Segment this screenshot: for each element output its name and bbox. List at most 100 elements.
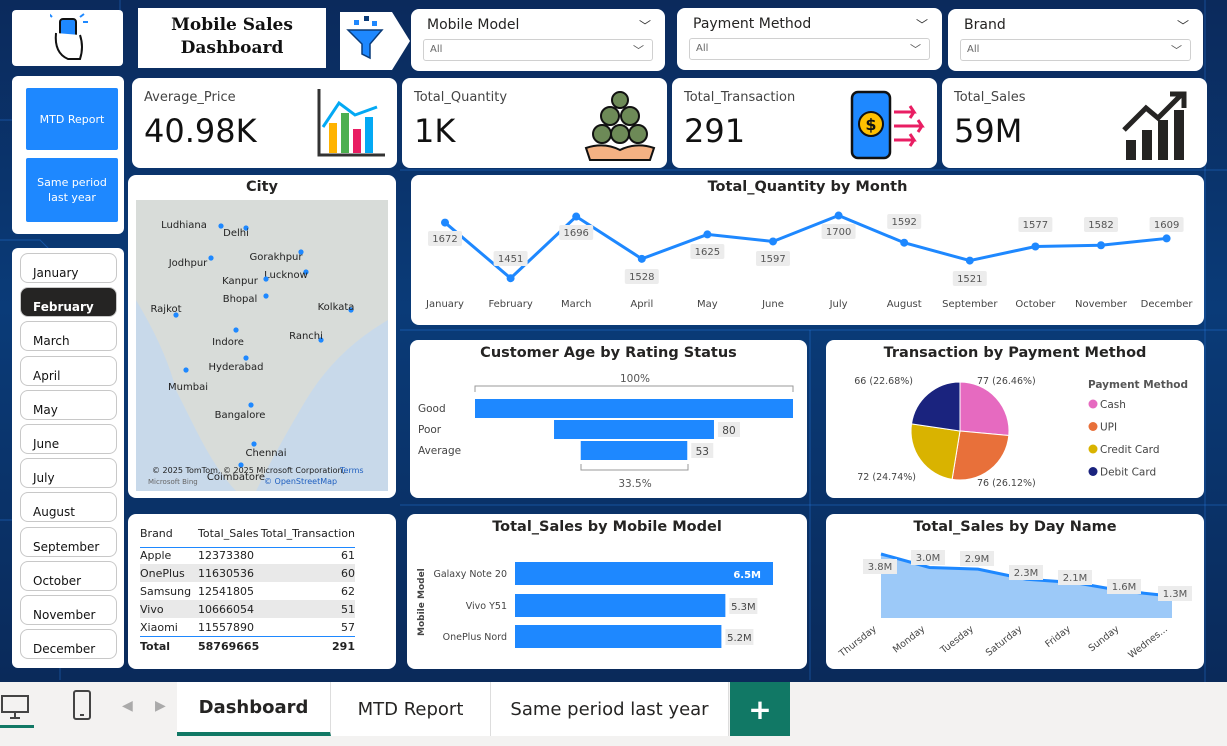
city-label: Kanpur (222, 276, 259, 287)
city-label: Bhopal (223, 294, 258, 305)
desktop-view-icon[interactable] (0, 690, 34, 728)
phone-hand-icon (50, 13, 88, 60)
chevron-left-icon[interactable]: ◀ (122, 698, 133, 714)
tab-same-period[interactable]: Same period last year (491, 682, 729, 736)
add-page-button[interactable]: + (730, 682, 790, 736)
data-label: 1696 (563, 228, 588, 239)
data-label: 2.9M (965, 554, 990, 565)
pie-slice (951, 430, 1010, 481)
month-item-june[interactable]: June (20, 424, 117, 454)
slicer-dropdown[interactable]: All ﹀ (423, 39, 653, 61)
data-label: 3.0M (916, 553, 941, 564)
city-marker (248, 402, 254, 408)
bracket (474, 385, 794, 392)
data-label: 1.6M (1112, 582, 1137, 593)
data-label: 1.3M (1163, 589, 1188, 600)
kpi-total-sales: Total_Sales 59M (942, 78, 1207, 168)
tab-dashboard[interactable]: Dashboard (177, 682, 331, 736)
category-label: OnePlus Nord (443, 632, 507, 643)
funnel-top-label: 100% (620, 373, 650, 385)
x-tick-label: Friday (1043, 623, 1073, 650)
osm-link: © OpenStreetMap (264, 477, 337, 486)
legend-label: Cash (1100, 399, 1126, 411)
dashboard-title: Mobile Sales Dashboard (171, 15, 293, 58)
slicer-mobile-model[interactable]: Mobile Model ﹀ All ﹀ (411, 9, 665, 71)
month-item-september[interactable]: September (20, 526, 117, 557)
india-map[interactable]: Ludhiana Delhi Jodhpur Gorakhpur Lucknow Kanp… (136, 200, 388, 491)
x-tick-label: December (1141, 299, 1194, 310)
month-item-august[interactable]: August (20, 492, 117, 523)
mtd-report-button[interactable]: MTD Report (26, 88, 118, 150)
data-label: 72 (24.74%) (857, 472, 916, 483)
tab-mtd-report[interactable]: MTD Report (331, 682, 491, 736)
growth-chart-icon (1122, 91, 1187, 160)
month-item-may[interactable]: May (20, 389, 117, 420)
kpi-label: Total_Transaction (684, 90, 796, 105)
kpi-average-price: Average_Price 40.98K (132, 78, 397, 168)
city-label: Ludhiana (161, 220, 207, 231)
slicer-dropdown[interactable]: All ﹀ (960, 39, 1191, 61)
month-item-february[interactable]: February (20, 287, 117, 318)
month-item-november[interactable]: November (20, 595, 117, 625)
data-label: 66 (22.68%) (854, 376, 913, 387)
data-point (834, 211, 843, 220)
slicer-payment-method[interactable]: Payment Method ﹀ All ﹀ (677, 8, 942, 70)
category-label: Galaxy Note 20 (433, 569, 507, 580)
x-tick-label: Thursday (836, 623, 879, 660)
x-tick-label: Wednes... (1126, 624, 1169, 661)
slicer-brand[interactable]: Brand ﹀ All ﹀ (948, 9, 1203, 71)
age-funnel-chart[interactable]: 100% 33.5% Good Poor 80 Average 53 (410, 340, 807, 498)
month-item-july[interactable]: July (20, 458, 117, 489)
data-point (441, 218, 449, 227)
city-label: Lucknow (264, 270, 308, 281)
quantity-line-chart[interactable]: 1672 January 1451 February 1696 March 1528 Apri… (411, 175, 1204, 325)
city-map-card: City Ludhiana Delhi Jodhpur Gorakhpur Luckno… (128, 175, 396, 498)
slicer-dropdown[interactable]: All ﹀ (689, 38, 930, 60)
chevron-down-icon[interactable]: ﹀ (639, 17, 651, 34)
chevron-down-icon: ﹀ (1171, 44, 1182, 57)
x-tick-label: Sunday (1087, 623, 1122, 654)
pie-slice (959, 381, 1010, 437)
chevron-down-icon[interactable]: ﹀ (916, 16, 928, 33)
month-item-december[interactable]: December (20, 629, 117, 660)
month-item-october[interactable]: October (20, 560, 117, 591)
day-area-chart[interactable]: 3.8M Thursday 3.0M Monday 2.9M Tuesday 2.3M Sat… (826, 514, 1204, 669)
filter-funnel-icon[interactable] (340, 12, 410, 70)
city-label: Chennai (245, 448, 286, 459)
funnel-bar (475, 399, 793, 418)
quantity-chart-card: Total_Quantity by Month 1672 January 1451 F… (411, 175, 1204, 325)
chevron-right-icon[interactable]: ▶ (155, 698, 166, 714)
pie-slice (910, 423, 961, 480)
kpi-label: Average_Price (144, 90, 236, 105)
city-label: Delhi (223, 228, 249, 239)
x-tick-label: May (697, 299, 718, 310)
month-item-march[interactable]: March (20, 321, 117, 352)
city-marker (251, 441, 257, 447)
day-chart-card: Total_Sales by Day Name 3.8M Thursday 3.0M… (826, 514, 1204, 669)
data-label: 80 (722, 425, 735, 437)
data-point (1097, 241, 1105, 250)
same-period-button[interactable]: Same period last year (26, 158, 118, 222)
category-label: Good (418, 403, 446, 415)
data-label: 1672 (432, 234, 457, 245)
x-tick-label: April (630, 299, 653, 310)
city-marker (208, 255, 214, 261)
mobile-view-icon[interactable] (72, 690, 92, 722)
legend-marker (1088, 399, 1098, 409)
chevron-down-icon: ﹀ (633, 44, 644, 57)
funnel-bottom-label: 33.5% (618, 478, 651, 490)
month-item-april[interactable]: April (20, 355, 117, 386)
data-label: 1451 (498, 254, 523, 265)
model-bar-chart[interactable]: Mobile Model Galaxy Note 20 6.5M Vivo Y51 5.… (407, 514, 807, 669)
month-item-january[interactable]: January (20, 253, 117, 283)
chevron-down-icon[interactable]: ﹀ (1177, 17, 1189, 34)
slicer-label: Payment Method (693, 16, 812, 32)
data-point (965, 256, 974, 265)
legend-title: Payment Method (1088, 379, 1188, 391)
data-point (900, 238, 909, 247)
data-label: 2.3M (1014, 568, 1039, 579)
money-bags-icon (584, 91, 656, 161)
category-label: Poor (418, 424, 442, 436)
funnel-bar (554, 420, 714, 439)
payment-pie-chart[interactable]: 77 (26.46%) 76 (26.12%) 72 (24.74%) 66 (22.… (826, 340, 1204, 498)
